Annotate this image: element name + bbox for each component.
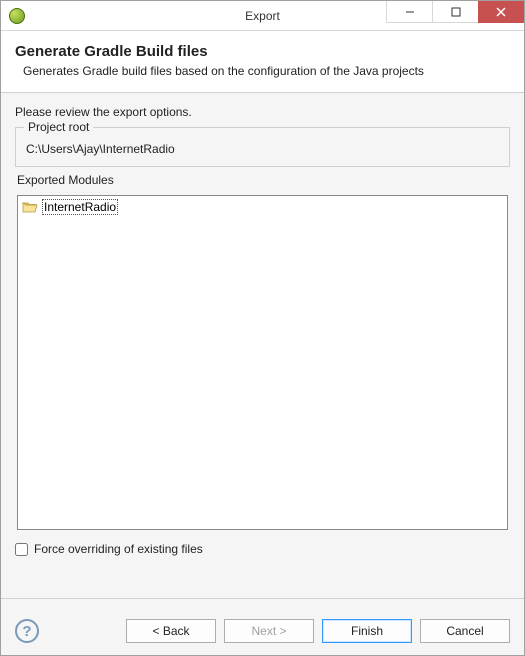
app-icon (9, 8, 25, 24)
titlebar[interactable]: Export (1, 1, 524, 31)
modules-list[interactable]: InternetRadio (17, 195, 508, 530)
wizard-title: Generate Gradle Build files (15, 43, 510, 60)
project-root-group: Project root C:\Users\Ajay\InternetRadio (15, 127, 510, 167)
exported-modules-group: Exported Modules InternetRadio (15, 181, 510, 532)
help-icon: ? (22, 623, 31, 640)
exported-modules-label: Exported Modules (17, 173, 118, 187)
wizard-subtitle: Generates Gradle build files based on th… (23, 64, 510, 78)
force-override-label: Force overriding of existing files (34, 542, 203, 556)
project-root-label: Project root (24, 120, 93, 134)
next-button: Next > (224, 619, 314, 643)
cancel-button[interactable]: Cancel (420, 619, 510, 643)
close-button[interactable] (478, 1, 524, 23)
module-name: InternetRadio (42, 199, 118, 215)
button-bar: ? < Back Next > Finish Cancel (1, 607, 524, 655)
folder-open-icon (22, 200, 38, 214)
back-button[interactable]: < Back (126, 619, 216, 643)
prompt-text: Please review the export options. (15, 105, 510, 119)
finish-button[interactable]: Finish (322, 619, 412, 643)
minimize-button[interactable] (386, 1, 432, 23)
maximize-icon (451, 7, 461, 17)
force-override-checkbox[interactable] (15, 543, 28, 556)
project-root-path: C:\Users\Ajay\InternetRadio (26, 142, 499, 156)
list-item[interactable]: InternetRadio (20, 198, 505, 216)
help-button[interactable]: ? (15, 619, 39, 643)
wizard-content: Please review the export options. Projec… (1, 93, 524, 607)
close-icon (496, 7, 506, 17)
wizard-header: Generate Gradle Build files Generates Gr… (1, 31, 524, 93)
minimize-icon (405, 7, 415, 17)
maximize-button[interactable] (432, 1, 478, 23)
force-override-checkbox-row[interactable]: Force overriding of existing files (15, 542, 510, 556)
separator (1, 598, 524, 599)
window-controls (386, 1, 524, 23)
export-dialog: Export Generate Gradle Build files Gener… (0, 0, 525, 656)
